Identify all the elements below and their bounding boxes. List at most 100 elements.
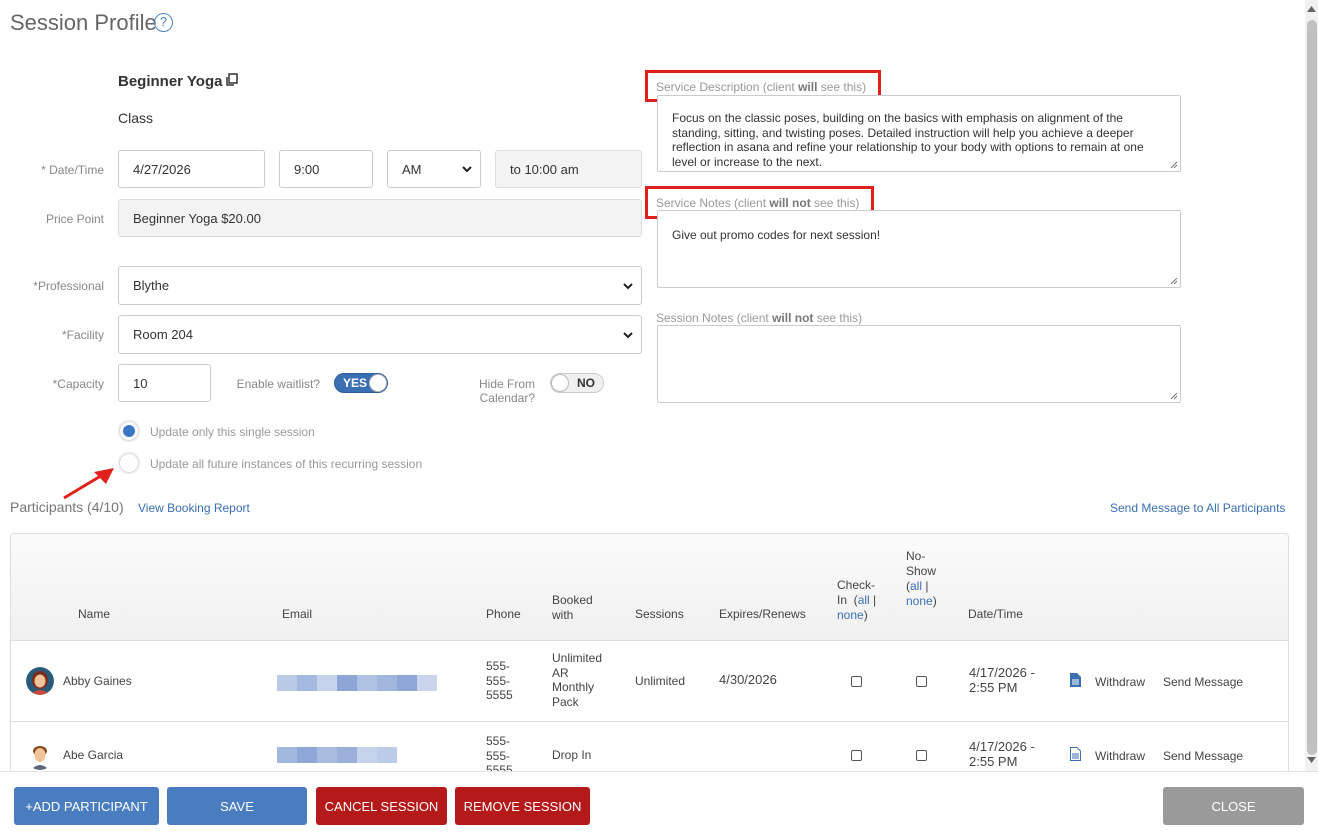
noshow-checkbox[interactable] [916, 750, 927, 761]
col-datetime: Date/Time [968, 607, 1023, 621]
footer-bar: +ADD PARTICIPANT SAVE CANCEL SESSION REM… [0, 771, 1318, 838]
checkin-all-link[interactable]: all [858, 593, 870, 607]
withdraw-link[interactable]: Withdraw [1095, 675, 1145, 690]
scroll-up-icon[interactable] [1306, 4, 1317, 13]
booking-datetime: 4/17/2026 - 2:55 PM [969, 739, 1035, 769]
service-description-textarea[interactable]: Focus on the classic poses, building on … [657, 95, 1181, 172]
ampm-select[interactable]: AM [387, 150, 481, 188]
noshow-none-link[interactable]: none [906, 594, 933, 608]
radio-future-label: Update all future instances of this recu… [150, 457, 423, 471]
red-arrow-icon [63, 468, 114, 500]
capacity-input[interactable]: 10 [118, 364, 211, 402]
professional-value: Blythe [133, 278, 170, 293]
col-phone: Phone [486, 607, 521, 621]
email-redacted [277, 747, 397, 763]
participants-title: Participants (4/10) [10, 499, 124, 515]
resize-handle-icon[interactable] [1170, 161, 1178, 169]
radio-selected-dot [123, 425, 135, 437]
withdraw-link[interactable]: Withdraw [1095, 749, 1145, 764]
participant-name-link[interactable]: Abby Gaines [63, 674, 132, 689]
end-time-value: to 10:00 am [510, 161, 579, 177]
waitlist-toggle[interactable]: YES [334, 373, 388, 393]
label-bold: will [798, 80, 818, 94]
noshow-all-link[interactable]: all [910, 579, 922, 593]
document-icon[interactable] [1070, 747, 1081, 761]
price-label: Price Point [45, 212, 104, 226]
avatar-female-icon [26, 667, 54, 695]
document-icon[interactable] [1070, 673, 1081, 687]
close-button[interactable]: CLOSE [1163, 787, 1304, 825]
participant-sessions: Unlimited [635, 674, 686, 688]
service-name: Beginner Yoga [118, 73, 223, 90]
help-icon[interactable]: ? [154, 13, 173, 32]
label-text: Service Description (client [656, 80, 799, 94]
col-expires: Expires/Renews [719, 607, 806, 621]
date-value: 4/27/2026 [133, 161, 191, 177]
send-all-link[interactable]: Send Message to All Participants [1110, 501, 1285, 515]
cancel-session-button[interactable]: CANCEL SESSION [316, 787, 447, 825]
send-message-link[interactable]: Send Message [1163, 675, 1243, 690]
time-value: 9:00 [294, 161, 320, 177]
checkin-none-link[interactable]: none [837, 608, 864, 622]
chevron-down-icon [623, 282, 633, 289]
label-text: see this) [813, 311, 863, 325]
session-notes-label: Session Notes (client will not see this) [656, 311, 862, 325]
participant-name-link[interactable]: Abe Garcia [63, 748, 123, 763]
col-sessions: Sessions [635, 607, 684, 621]
capacity-label: *Capacity [52, 377, 104, 391]
service-notes-label: Service Notes (client will not see this) [656, 196, 859, 210]
service-notes-textarea[interactable]: Give out promo codes for next session! [657, 210, 1181, 288]
capacity-value: 10 [133, 375, 148, 391]
service-description-label: Service Description (client will see thi… [656, 80, 866, 94]
remove-session-button[interactable]: REMOVE SESSION [455, 787, 590, 825]
time-input[interactable]: 9:00 [279, 150, 373, 188]
resize-handle-icon[interactable] [1170, 277, 1178, 285]
label-text: Service Notes (client [656, 196, 770, 210]
save-button[interactable]: SAVE [167, 787, 307, 825]
scrollbar-thumb[interactable] [1307, 20, 1317, 755]
price-display: Beginner Yoga $20.00 [118, 199, 642, 237]
radio-single-session[interactable] [119, 421, 139, 441]
waitlist-value: YES [343, 376, 368, 390]
add-participant-button[interactable]: +ADD PARTICIPANT [14, 787, 159, 825]
facility-select[interactable]: Room 204 [118, 315, 642, 354]
radio-future-sessions[interactable] [119, 453, 139, 473]
expires-link[interactable]: 4/30/2026 [719, 672, 777, 688]
facility-value: Room 204 [133, 327, 193, 342]
col-noshow: No-Show (all | none) [906, 549, 937, 608]
noshow-checkbox[interactable] [916, 676, 927, 687]
session-notes-textarea[interactable] [657, 325, 1181, 403]
professional-select[interactable]: Blythe [118, 266, 642, 305]
end-time-display: to 10:00 am [495, 150, 642, 188]
booked-with-link[interactable]: Unlimited AR Monthly Pack [552, 651, 612, 709]
avatar [26, 667, 54, 695]
col-checkin: Check-In (all | none) [837, 578, 877, 622]
professional-label: *Professional [33, 279, 104, 293]
hide-calendar-value: NO [577, 376, 595, 390]
separator: | [873, 593, 877, 607]
datetime-label: * Date/Time [41, 163, 104, 177]
participant-phone: 555-555-5555 [486, 659, 513, 702]
label-text: see this) [810, 196, 860, 210]
booking-datetime: 4/17/2026 - 2:55 PM [969, 665, 1035, 695]
participants-table: Name Email Phone Booked with Sessions Ex… [10, 533, 1289, 773]
price-value: Beginner Yoga $20.00 [133, 210, 261, 226]
date-input[interactable]: 4/27/2026 [118, 150, 265, 188]
page-title: Session Profile [10, 10, 157, 35]
table-header: Name Email Phone Booked with Sessions Ex… [11, 534, 1288, 641]
view-booking-report-link[interactable]: View Booking Report [138, 501, 250, 515]
participant-phone: 555-555-5555 [486, 734, 513, 773]
checkin-checkbox[interactable] [851, 750, 862, 761]
service-notes-text: Give out promo codes for next session! [672, 228, 881, 242]
hide-calendar-label: Hide From Calendar? [478, 377, 535, 405]
checkin-checkbox[interactable] [851, 676, 862, 687]
scroll-down-icon[interactable] [1306, 756, 1317, 765]
booked-with: Drop In [552, 748, 592, 762]
resize-handle-icon[interactable] [1170, 392, 1178, 400]
send-message-link[interactable]: Send Message [1163, 749, 1243, 764]
copy-icon[interactable] [225, 73, 239, 87]
ampm-value: AM [402, 161, 422, 177]
hide-calendar-toggle[interactable]: NO [550, 373, 604, 393]
facility-label: *Facility [61, 328, 104, 342]
col-booked: Booked with [552, 593, 593, 622]
